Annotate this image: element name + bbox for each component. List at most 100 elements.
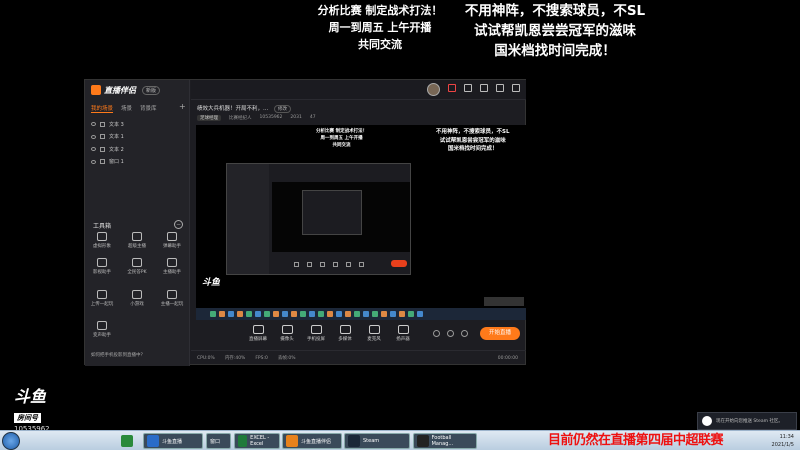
source-label: 窗口 1 — [109, 159, 124, 166]
taskbar-item[interactable]: 斗鱼直播伴侣 — [282, 433, 342, 449]
home-icon[interactable] — [480, 84, 488, 92]
taskbar-item[interactable]: EXCEL - Excel — [234, 433, 280, 449]
tool-label: 上传一起玩 — [90, 302, 114, 307]
tool-label: 全民答PK — [127, 270, 147, 275]
nested-live-button — [391, 260, 407, 267]
source-item[interactable]: 窗口 1 — [91, 156, 181, 169]
phone-icon — [310, 325, 322, 334]
version-badge[interactable]: 新版 — [142, 85, 161, 95]
stream-preview[interactable]: 分析比赛 制定战术打法！ 周一到周五 上午开播 共同交流 不用神阵，不搜索球员，… — [196, 125, 526, 320]
speaker-button[interactable]: 扬声器 — [390, 325, 416, 342]
preview-line: 周一到周五 上午开播 — [320, 136, 363, 141]
pk-icon — [132, 258, 142, 267]
clock-date: 2021/1/5 — [771, 442, 794, 448]
fans-count: 2031 — [290, 115, 302, 120]
text-icon — [100, 121, 105, 127]
star-icon — [132, 232, 142, 241]
window-icon — [100, 159, 105, 165]
tool-label: 虚拟形象 — [93, 244, 111, 249]
nested-app-preview — [226, 163, 411, 275]
room-title: 绩效大兵机器！开局不利，... 修改 — [197, 104, 291, 113]
source-label: 文本 3 — [109, 121, 124, 128]
tray-scrolling-text: 目前仍然在直播第四届中超联赛 — [548, 433, 724, 448]
excel-icon — [238, 435, 248, 447]
source-item[interactable]: 文本 2 — [91, 143, 181, 156]
taskbar-label: 斗鱼直播 — [162, 438, 183, 445]
preview-line: 不用神阵，不搜索球员，不SL — [436, 129, 510, 135]
source-item[interactable]: 文本 1 — [91, 131, 181, 144]
preview-overlay-right: 不用神阵，不搜索球员，不SL 试试帮凯恩尝尝冠军的滋味 国米档找时间完成！ — [436, 128, 509, 154]
microphone-button[interactable]: 麦克风 — [361, 325, 387, 342]
help-tip-link[interactable]: 如何把手机投影到直播中？ — [91, 352, 145, 358]
phone-cast-button[interactable]: 手机投屏 — [303, 325, 329, 342]
room-meta: 足球经理 比赛经纪人 10535962 2031 47 — [197, 115, 316, 121]
eye-icon[interactable] — [91, 134, 96, 139]
clipboard-icon — [167, 290, 177, 299]
speaker-icon — [397, 325, 409, 334]
record-icon[interactable] — [433, 330, 440, 337]
start-button[interactable] — [2, 432, 20, 450]
tool-mini-games[interactable]: 小游戏 — [122, 290, 152, 307]
preview-taskbar — [196, 308, 526, 320]
tab-backgrounds[interactable]: 背景库 — [140, 104, 157, 113]
add-source-button[interactable]: + — [179, 102, 186, 111]
monitor-icon — [252, 325, 264, 334]
category-badge[interactable]: 足球经理 — [197, 115, 221, 121]
steam-notification[interactable]: 现在开始向您推送 Steam 社区。 — [697, 412, 797, 430]
clock[interactable]: 11:34 2021/1/5 — [772, 433, 794, 449]
tool-voice-changer[interactable]: 变声助手 — [87, 321, 117, 338]
play-icon — [339, 325, 351, 334]
gear-icon[interactable] — [461, 330, 468, 337]
go-live-button[interactable]: 开始直播 — [480, 327, 520, 340]
source-label: 文本 2 — [109, 146, 124, 153]
media-button[interactable]: 多媒体 — [332, 325, 358, 342]
tool-label: 超级主播 — [128, 244, 146, 249]
screen-capture-button[interactable]: 直播屏幕 — [245, 325, 271, 342]
camera-button[interactable]: 摄像头 — [274, 325, 300, 342]
streaming-app-window: 直播伴侣 新版 我的场景 场景 背景库 + 文本 3 文本 1 文本 2 窗口 … — [84, 79, 526, 366]
app-icon — [121, 435, 133, 447]
overlay-right-line: 试试帮凯恩尝尝冠军的滋味 — [474, 23, 636, 39]
cpu-stat: CPU:0% — [197, 355, 215, 361]
taskbar-item[interactable]: 斗鱼直播 — [143, 433, 203, 449]
gift-icon[interactable] — [448, 84, 456, 92]
logo-text: 直播伴侣 — [104, 85, 136, 95]
helper-icon — [167, 258, 177, 267]
edit-title-button[interactable]: 修改 — [274, 105, 291, 113]
eye-icon[interactable] — [91, 122, 96, 127]
tool-super-host[interactable]: 超级主播 — [122, 232, 152, 249]
taskbar-label: EXCEL - Excel — [250, 435, 270, 447]
tool-danmaku[interactable]: 弹幕助手 — [157, 232, 187, 249]
tool-label: 弹幕助手 — [163, 244, 181, 249]
tool-virtual-avatar[interactable]: 虚拟形象 — [87, 232, 117, 249]
upload-icon — [97, 290, 107, 299]
app-icon — [417, 435, 429, 447]
tool-host-play[interactable]: 主播一起玩 — [157, 290, 187, 307]
tool-video[interactable]: 影视助手 — [87, 258, 117, 275]
taskbar-item[interactable]: Steam — [344, 433, 410, 449]
control-label: 多媒体 — [338, 337, 352, 342]
share-icon[interactable] — [512, 84, 520, 92]
app-icon — [286, 435, 298, 447]
avatar[interactable] — [427, 83, 440, 96]
eye-icon[interactable] — [91, 147, 96, 152]
taskbar-item[interactable]: Football Manag... — [413, 433, 477, 449]
text-icon — [100, 134, 105, 140]
film-icon — [97, 258, 107, 267]
effects-icon[interactable] — [447, 330, 454, 337]
source-item[interactable]: 文本 3 — [91, 118, 181, 131]
tool-quiz-pk[interactable]: 全民答PK — [122, 258, 152, 275]
settings-icon[interactable] — [496, 84, 504, 92]
source-label: 文本 1 — [109, 134, 124, 141]
taskbar-item[interactable] — [118, 433, 136, 449]
viewer-count: 47 — [309, 115, 316, 120]
tool-host-helper[interactable]: 主播助手 — [157, 258, 187, 275]
tool-upload-play[interactable]: 上传一起玩 — [87, 290, 117, 307]
taskbar-item[interactable]: 窗口 — [206, 433, 231, 449]
overlay-right-text: 不用神阵，不搜索球员，不SL 试试帮凯恩尝尝冠军的滋味 国米档找时间完成！ — [440, 1, 670, 61]
toolbox-collapse-button[interactable]: − — [174, 220, 183, 229]
eye-icon[interactable] — [91, 159, 96, 164]
tab-scenes[interactable]: 场景 — [121, 104, 132, 113]
mail-icon[interactable] — [464, 84, 472, 92]
tab-my-scenes[interactable]: 我的场景 — [91, 104, 114, 113]
